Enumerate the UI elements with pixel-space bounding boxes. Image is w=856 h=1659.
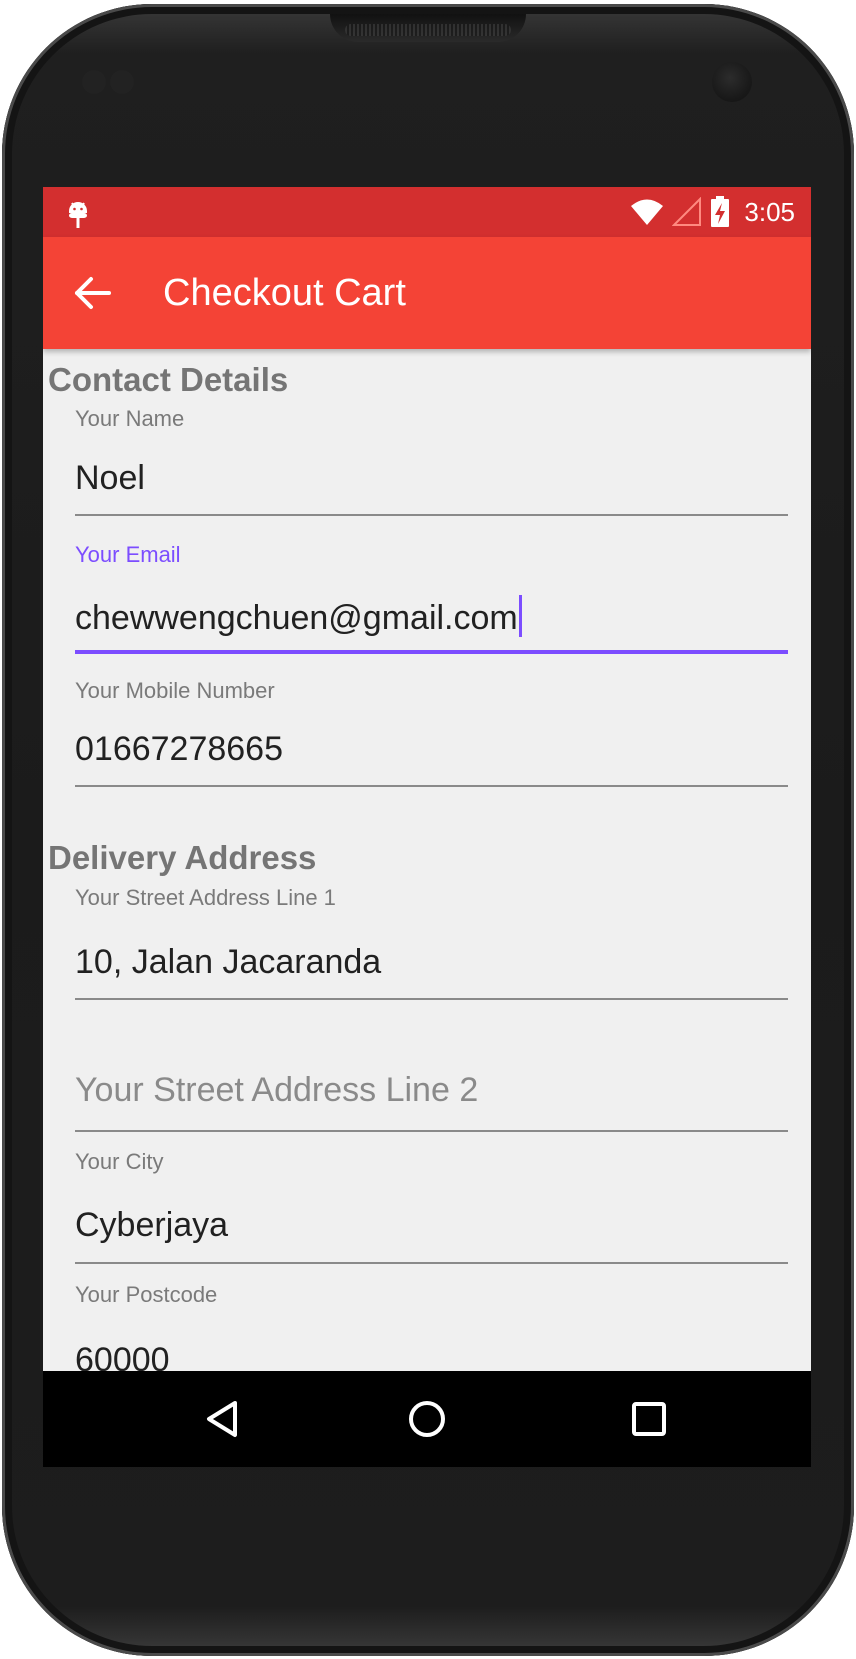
light-sensor: [110, 70, 134, 94]
section-title-delivery: Delivery Address: [48, 839, 317, 876]
city-underline: [75, 1262, 788, 1264]
home-circle-icon[interactable]: [403, 1395, 451, 1443]
email-label: Your Email: [75, 542, 181, 567]
email-value: chewwengchuen@gmail.com: [75, 599, 518, 637]
android-debug-icon: [69, 202, 87, 228]
speaker-grill: [345, 24, 511, 36]
checkout-form[interactable]: Contact Details Your Name Noel Your Emai…: [43, 349, 811, 1467]
navigation-bar: [43, 1371, 811, 1467]
name-label: Your Name: [75, 406, 185, 431]
street2-underline: [75, 1130, 788, 1132]
postcode-label: Your Postcode: [75, 1282, 218, 1307]
back-triangle-icon[interactable]: [199, 1395, 247, 1443]
proximity-sensor: [82, 70, 106, 94]
front-camera: [712, 62, 752, 102]
mobile-label: Your Mobile Number: [75, 678, 275, 703]
arrow-back-icon[interactable]: [71, 271, 115, 315]
app-bar: Checkout Cart: [43, 237, 811, 349]
signal-icon: [672, 197, 702, 226]
status-icons: 3:05: [630, 187, 795, 237]
recents-square-icon[interactable]: [625, 1395, 673, 1443]
mobile-underline: [75, 785, 788, 787]
text-cursor: [518, 595, 522, 637]
phone-device: 3:05 Checkout Cart Contact Details Your …: [0, 0, 856, 1659]
street1-label: Your Street Address Line 1: [75, 885, 336, 910]
mobile-input[interactable]: 01667278665: [75, 730, 283, 769]
wifi-icon: [631, 199, 664, 225]
name-input[interactable]: Noel: [75, 459, 145, 498]
street1-underline: [75, 998, 788, 1000]
city-label: Your City: [75, 1149, 164, 1174]
name-underline: [75, 514, 788, 516]
street2-input[interactable]: Your Street Address Line 2: [75, 1071, 478, 1110]
city-input[interactable]: Cyberjaya: [75, 1206, 228, 1245]
status-bar: 3:05: [43, 187, 811, 237]
battery-charging-icon: [711, 196, 730, 227]
section-title-contact: Contact Details: [48, 361, 289, 398]
screen: 3:05 Checkout Cart Contact Details Your …: [43, 187, 811, 1467]
street1-input[interactable]: 10, Jalan Jacaranda: [75, 943, 381, 982]
page-title: Checkout Cart: [163, 272, 406, 314]
status-time: 3:05: [744, 196, 795, 227]
email-input[interactable]: chewwengchuen@gmail.com: [75, 595, 522, 638]
email-underline: [75, 650, 788, 654]
